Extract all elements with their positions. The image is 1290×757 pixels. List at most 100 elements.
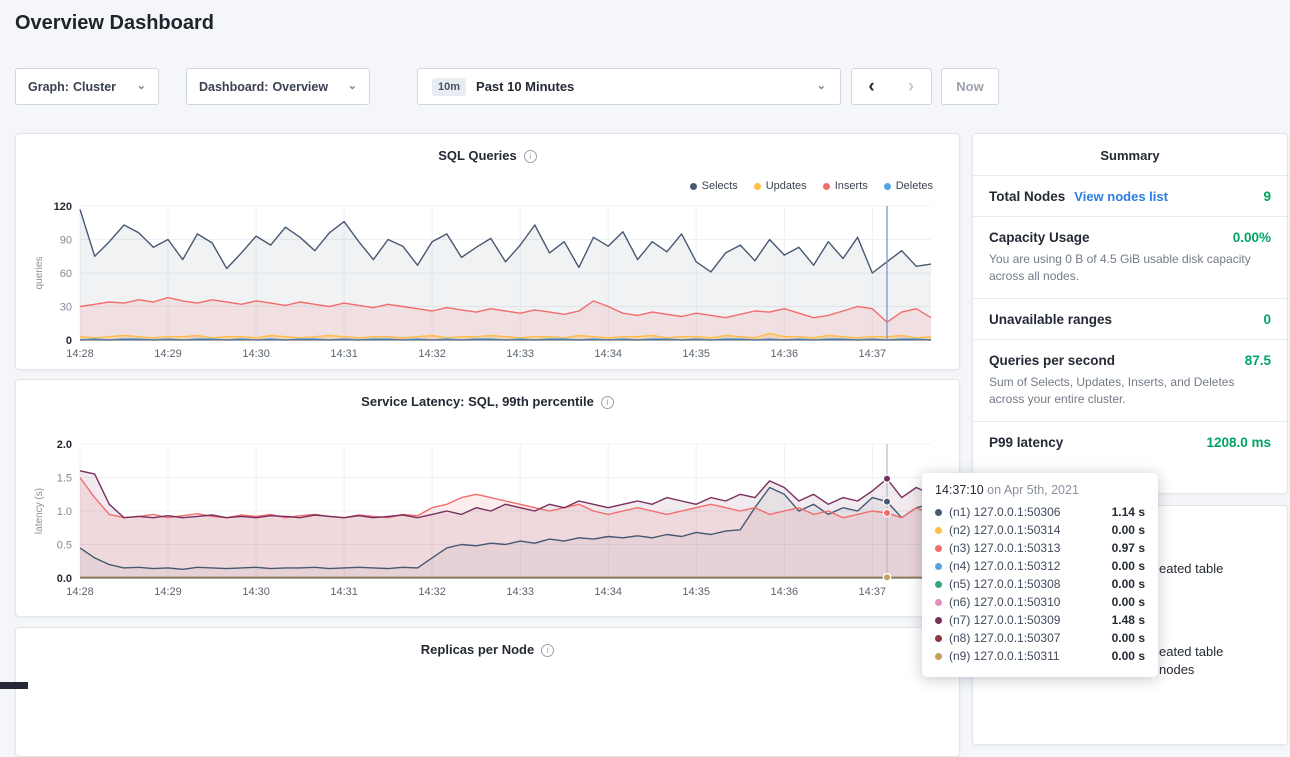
chevron-down-icon: ⌄ xyxy=(348,81,357,92)
svg-text:14:28: 14:28 xyxy=(66,348,94,360)
svg-text:14:29: 14:29 xyxy=(154,586,182,598)
legend-label: Selects xyxy=(702,180,738,192)
summary-title: Summary xyxy=(973,134,1287,176)
qps-value: 87.5 xyxy=(1245,353,1271,368)
node-address: (n9) 127.0.0.1:50311 xyxy=(949,649,1105,663)
node-latency-value: 0.00 s xyxy=(1112,595,1145,609)
legend-label: Updates xyxy=(766,180,807,192)
graph-dropdown-value: Cluster xyxy=(73,80,116,94)
unavailable-ranges-value: 0 xyxy=(1263,312,1271,327)
legend-item-deletes[interactable]: Deletes xyxy=(884,180,933,192)
qps-label: Queries per second xyxy=(989,353,1115,368)
svg-text:90: 90 xyxy=(60,235,72,247)
node-color-dot xyxy=(935,581,942,588)
svg-text:14:37: 14:37 xyxy=(859,586,887,598)
sql-queries-legend: Selects Updates Inserts Deletes xyxy=(690,180,933,192)
sql-queries-card: SQL Queries i Selects Updates Inserts Delete… xyxy=(15,133,960,370)
summary-row-unavailable-ranges: Unavailable ranges 0 xyxy=(973,299,1287,340)
service-latency-chart[interactable]: 0.00.51.01.52.014:2814:2914:3014:3114:32… xyxy=(32,436,945,608)
svg-text:120: 120 xyxy=(54,201,72,213)
tooltip-date: on Apr 5th, 2021 xyxy=(987,483,1079,497)
replicas-per-node-title: Replicas per Node i xyxy=(16,642,959,657)
event-text-fragment: eated table xyxy=(1159,644,1223,659)
time-range-label: Past 10 Minutes xyxy=(476,79,574,94)
tooltip-node-row: (n7) 127.0.0.1:50309 1.48 s xyxy=(935,611,1145,629)
svg-text:14:35: 14:35 xyxy=(682,348,710,360)
service-latency-chart-area[interactable]: 0.00.51.01.52.014:2814:2914:3014:3114:32… xyxy=(32,436,945,613)
tooltip-node-row: (n5) 127.0.0.1:50308 0.00 s xyxy=(935,575,1145,593)
node-address: (n8) 127.0.0.1:50307 xyxy=(949,631,1105,645)
chevron-left-icon: ‹ xyxy=(868,76,874,98)
node-address: (n1) 127.0.0.1:50306 xyxy=(949,505,1105,519)
svg-text:14:33: 14:33 xyxy=(506,586,534,598)
node-color-dot xyxy=(935,527,942,534)
graph-dropdown[interactable]: Graph:Cluster ⌄ xyxy=(15,68,159,105)
legend-item-selects[interactable]: Selects xyxy=(690,180,738,192)
dashboard-dropdown-label: Dashboard: xyxy=(199,80,268,94)
now-button[interactable]: Now xyxy=(941,68,999,105)
node-color-dot xyxy=(935,653,942,660)
svg-text:14:35: 14:35 xyxy=(682,586,710,598)
total-nodes-value: 9 xyxy=(1263,189,1271,204)
chart-title: SQL Queries xyxy=(438,148,517,163)
summary-row-total-nodes: Total Nodes View nodes list 9 xyxy=(973,176,1287,217)
node-address: (n3) 127.0.0.1:50313 xyxy=(949,541,1105,555)
node-color-dot xyxy=(935,509,942,516)
svg-text:14:29: 14:29 xyxy=(154,348,182,360)
time-range-badge: 10m xyxy=(432,78,466,96)
time-range-selector[interactable]: 10m Past 10 Minutes ⌄ xyxy=(417,68,841,105)
svg-text:14:30: 14:30 xyxy=(242,348,270,360)
legend-item-updates[interactable]: Updates xyxy=(754,180,807,192)
p99-label: P99 latency xyxy=(989,435,1063,450)
svg-text:latency (s): latency (s) xyxy=(34,488,45,534)
view-nodes-list-link[interactable]: View nodes list xyxy=(1074,189,1168,204)
svg-text:1.5: 1.5 xyxy=(57,473,72,485)
sql-queries-chart[interactable]: 030609012014:2814:2914:3014:3114:3214:33… xyxy=(32,198,945,370)
time-back-button[interactable]: ‹ xyxy=(851,68,892,105)
legend-label: Deletes xyxy=(896,180,933,192)
node-address: (n5) 127.0.0.1:50308 xyxy=(949,577,1105,591)
service-latency-card: Service Latency: SQL, 99th percentilei 0… xyxy=(15,379,960,617)
partial-overlay-element xyxy=(0,682,28,689)
node-latency-value: 1.48 s xyxy=(1112,613,1145,627)
tooltip-node-row: (n4) 127.0.0.1:503120.00 s xyxy=(935,557,1145,575)
dashboard-dropdown[interactable]: Dashboard:Overview ⌄ xyxy=(186,68,370,105)
node-address: (n2) 127.0.0.1:50314 xyxy=(949,523,1105,537)
info-icon[interactable]: i xyxy=(541,644,554,657)
node-latency-value: 0.00 s xyxy=(1112,631,1145,645)
svg-text:0: 0 xyxy=(66,335,72,347)
tooltip-node-row: (n9) 127.0.0.1:50311 0.00 s xyxy=(935,647,1145,665)
svg-text:30: 30 xyxy=(60,302,72,314)
svg-text:2.0: 2.0 xyxy=(57,439,72,451)
event-text-fragment: nodes xyxy=(1159,662,1194,677)
chevron-down-icon: ⌄ xyxy=(137,81,146,92)
chart-title: Service Latency: SQL, 99th percentile xyxy=(361,394,594,409)
chevron-down-icon: ⌄ xyxy=(817,81,826,92)
sql-queries-chart-area[interactable]: 030609012014:2814:2914:3014:3114:3214:33… xyxy=(32,198,945,375)
legend-item-inserts[interactable]: Inserts xyxy=(823,180,868,192)
node-latency-value: 0.00 s xyxy=(1112,649,1145,663)
event-text-fragment: eated table xyxy=(1159,561,1223,576)
chart-title: Replicas per Node xyxy=(421,642,534,657)
svg-text:queries: queries xyxy=(34,257,45,290)
node-latency-value: 0.00 s xyxy=(1112,577,1145,591)
node-latency-value: 0.97 s xyxy=(1112,541,1145,555)
info-icon[interactable]: i xyxy=(601,396,614,409)
node-color-dot xyxy=(935,635,942,642)
capacity-description: You are using 0 B of 4.5 GiB usable disk… xyxy=(989,251,1271,286)
info-icon[interactable]: i xyxy=(524,150,537,163)
svg-text:14:31: 14:31 xyxy=(330,586,358,598)
svg-text:14:34: 14:34 xyxy=(594,586,622,598)
page-title: Overview Dashboard xyxy=(15,12,214,35)
node-address: (n7) 127.0.0.1:50309 xyxy=(949,613,1105,627)
capacity-value: 0.00% xyxy=(1233,230,1271,245)
unavailable-ranges-label: Unavailable ranges xyxy=(989,312,1112,327)
tooltip-node-row: (n6) 127.0.0.1:503100.00 s xyxy=(935,593,1145,611)
total-nodes-label: Total Nodes xyxy=(989,189,1065,204)
legend-dot xyxy=(823,183,830,190)
tooltip-node-row: (n3) 127.0.0.1:50313 0.97 s xyxy=(935,539,1145,557)
legend-dot xyxy=(884,183,891,190)
p99-value: 1208.0 ms xyxy=(1206,435,1271,450)
tooltip-node-row: (n8) 127.0.0.1:50307 0.00 s xyxy=(935,629,1145,647)
time-forward-button[interactable]: › xyxy=(891,68,932,105)
